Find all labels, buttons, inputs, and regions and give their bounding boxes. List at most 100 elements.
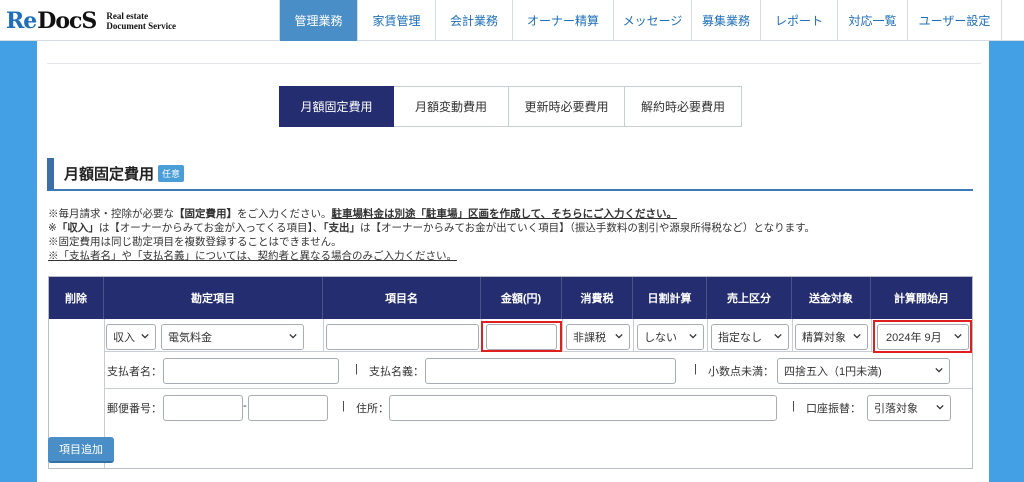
nav-item-user-settings[interactable]: ユーザー設定 (907, 0, 1002, 41)
payment-name-label: 支払名義： (369, 366, 424, 378)
nav-item-boshu[interactable]: 募集業務 (691, 0, 760, 41)
main-nav: 管理業務 家賃管理 会計業務 オーナー精算 メッセージ 募集業務 レポート 対応… (279, 0, 1002, 41)
sales-category-value: 指定なし (718, 332, 762, 344)
income-type-value: 収入 (113, 332, 135, 344)
grid-line (104, 388, 972, 389)
divider (47, 63, 981, 64)
start-month-select[interactable]: 2024年 9月 (877, 324, 969, 350)
address-label: 住所： (356, 403, 389, 415)
item-name-input[interactable] (326, 324, 479, 350)
nav-item-taiou[interactable]: 対応一覧 (837, 0, 907, 41)
note-text: は【オーナーからみてお金が出ていく項目】（振込手数料の割引や源泉所得税など）とな… (359, 222, 816, 234)
note-emphasis: 「収入」 (56, 222, 99, 234)
section-header: 月額固定費用 任意 (47, 158, 973, 191)
prorate-value: しない (644, 332, 677, 344)
zip-label: 郵便番号： (107, 403, 162, 415)
decimal-rounding-select[interactable]: 四捨五入（1円未満) (777, 358, 950, 384)
chevron-down-icon (774, 333, 782, 339)
chevron-down-icon (954, 333, 962, 339)
grid-line (633, 319, 634, 351)
tax-value: 非課税 (573, 332, 606, 344)
chevron-down-icon (289, 333, 297, 339)
payment-name-input[interactable] (425, 358, 676, 384)
header-delete: 削除 (49, 277, 104, 319)
decimal-rounding-value: 四捨五入（1円未満) (784, 366, 882, 378)
income-type-select[interactable]: 収入 (106, 324, 156, 350)
logo-subtitle-line1: Real estate (106, 11, 149, 21)
amount-input[interactable] (486, 324, 557, 350)
main-panel: 月額固定費用 月額変動費用 更新時必要費用 解約時必要費用 月額固定費用 任意 … (37, 41, 989, 482)
note-line-3: ※固定費用は同じ勘定項目を複数登録することはできません。 (48, 236, 342, 248)
header-prorate: 日割計算 (633, 277, 707, 319)
note-text: をご入力ください。 (237, 208, 332, 220)
note-text: ※毎月請求・控除が必要な (48, 208, 174, 220)
payer-label: 支払者名： (107, 366, 162, 378)
chevron-down-icon (689, 333, 697, 339)
chevron-down-icon (936, 404, 944, 410)
header-account-item: 勘定項目 (104, 277, 323, 319)
decimal-label: 小数点未満： (708, 366, 774, 378)
header-item-name: 項目名 (323, 277, 481, 319)
chevron-down-icon (935, 367, 943, 373)
separator: | (342, 400, 345, 412)
sales-category-select[interactable]: 指定なし (711, 324, 789, 350)
prorate-select[interactable]: しない (637, 324, 704, 350)
logo[interactable]: Re DocS Real estate Document Service (6, 5, 176, 37)
grid-line (871, 319, 872, 351)
note-line-1: ※毎月請求・控除が必要な【固定費用】をご入力ください。駐車場料金は別途「駐車場」… (48, 207, 815, 221)
separator: | (694, 363, 697, 375)
logo-mark-re: Re (6, 8, 37, 34)
header-tax: 消費税 (562, 277, 633, 319)
top-bar: Re DocS Real estate Document Service 管理業… (0, 0, 1024, 41)
note-text: ※ (48, 222, 57, 234)
note-parking-warning: 駐車場料金は別途「駐車場」区画を作成して、そちらにご入力ください。 (331, 208, 677, 220)
nav-item-message[interactable]: メッセージ (613, 0, 691, 41)
tab-cancellation[interactable]: 解約時必要費用 (625, 86, 742, 127)
zip-dash: - (243, 400, 247, 412)
logo-mark-docs: DocS (37, 8, 97, 34)
payer-name-input[interactable] (163, 358, 339, 384)
header-amount: 金額(円) (481, 277, 562, 319)
tab-monthly-variable[interactable]: 月額変動費用 (394, 86, 509, 127)
note-emphasis: 【固定費用】 (174, 208, 237, 220)
tab-monthly-fixed[interactable]: 月額固定費用 (279, 86, 394, 127)
cost-tabs: 月額固定費用 月額変動費用 更新時必要費用 解約時必要費用 (279, 86, 742, 127)
tax-select[interactable]: 非課税 (566, 324, 630, 350)
grid-line (323, 319, 324, 351)
header-sales-category: 売上区分 (707, 277, 792, 319)
header-remit-target: 送金対象 (792, 277, 871, 319)
grid-line (562, 319, 563, 351)
nav-item-kaikei[interactable]: 会計業務 (435, 0, 512, 41)
tab-renewal[interactable]: 更新時必要費用 (509, 86, 625, 127)
zip-code-first-input[interactable] (163, 395, 243, 421)
account-transfer-select[interactable]: 引落対象 (867, 395, 951, 421)
logo-subtitle: Real estate Document Service (106, 11, 176, 31)
nav-item-owner-seisan[interactable]: オーナー精算 (512, 0, 613, 41)
chevron-down-icon (853, 333, 861, 339)
account-item-select[interactable]: 電気料金 (161, 324, 304, 350)
nav-item-yachin[interactable]: 家賃管理 (357, 0, 435, 41)
separator: | (792, 400, 795, 412)
transfer-label: 口座振替： (806, 403, 861, 415)
account-item-value: 電気料金 (168, 332, 212, 344)
section-title: 月額固定費用 (64, 166, 155, 183)
grid-line (707, 319, 708, 351)
separator: | (355, 363, 358, 375)
notes: ※毎月請求・控除が必要な【固定費用】をご入力ください。駐車場料金は別途「駐車場」… (48, 207, 815, 263)
zip-code-second-input[interactable] (248, 395, 328, 421)
note-emphasis: 「支出」 (323, 222, 360, 234)
nav-item-report[interactable]: レポート (760, 0, 837, 41)
remit-target-value: 精算対象 (802, 332, 846, 344)
nav-item-kanri[interactable]: 管理業務 (279, 0, 357, 41)
grid-line (792, 319, 793, 351)
note-line-4: ※「支払者名」や「支払名義」については、契約者と異なる場合のみご入力ください。 (48, 250, 457, 262)
header-start-month: 計算開始月 (871, 277, 972, 319)
address-input[interactable] (389, 395, 777, 421)
remit-target-select[interactable]: 精算対象 (795, 324, 868, 350)
add-item-button[interactable]: 項目追加 (48, 437, 114, 463)
chevron-down-icon (615, 333, 623, 339)
account-transfer-value: 引落対象 (874, 403, 918, 415)
optional-badge: 任意 (158, 165, 185, 182)
chevron-down-icon (141, 333, 149, 339)
note-text: は【オーナーからみてお金が入ってくる項目】、 (98, 222, 324, 234)
